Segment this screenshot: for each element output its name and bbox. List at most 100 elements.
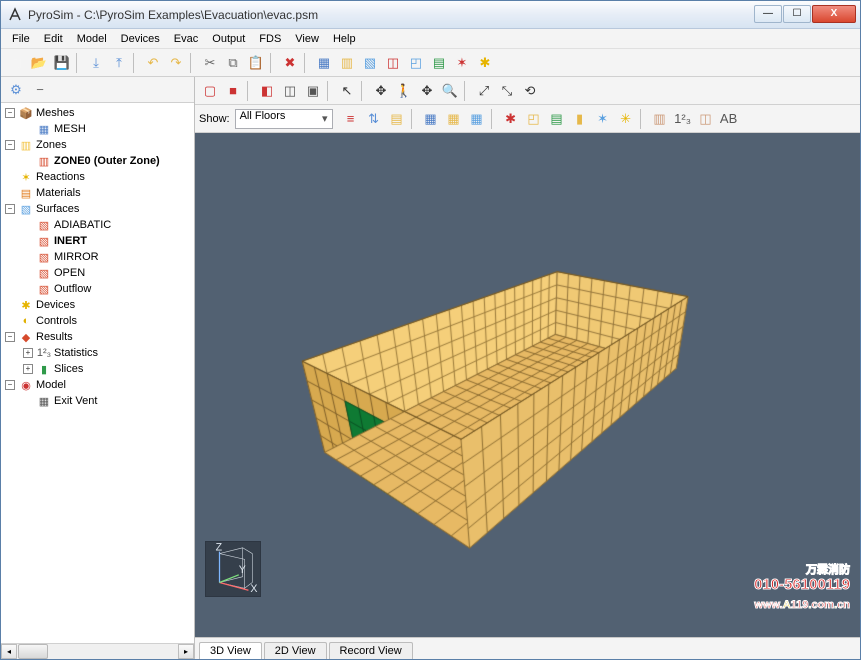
zoom-icon[interactable]: 🔍: [439, 80, 461, 102]
reset-view-icon[interactable]: ⟲: [519, 80, 541, 102]
show-mesh-boundary-icon[interactable]: ▦: [443, 108, 465, 130]
menu-view[interactable]: View: [288, 31, 326, 47]
tree-node-statistics[interactable]: +1²₃Statistics: [1, 345, 194, 361]
tree-node-outflow[interactable]: ▧Outflow: [1, 281, 194, 297]
menu-help[interactable]: Help: [326, 31, 363, 47]
import-icon[interactable]: ⤓: [85, 52, 107, 74]
show-model-icon[interactable]: ◫: [695, 108, 717, 130]
menu-devices[interactable]: Devices: [114, 31, 167, 47]
tree-node-open[interactable]: ▧OPEN: [1, 265, 194, 281]
settings-icon[interactable]: ⚙: [5, 79, 27, 101]
menu-fds[interactable]: FDS: [252, 31, 288, 47]
node-icon: 1²₃: [36, 346, 52, 360]
menu-model[interactable]: Model: [70, 31, 114, 47]
tab-record-view[interactable]: Record View: [329, 642, 413, 659]
tab-3d-view[interactable]: 3D View: [199, 642, 262, 659]
tree-node-mirror[interactable]: ▧MIRROR: [1, 249, 194, 265]
tree-node-zone0-outer-zone-[interactable]: ▥ZONE0 (Outer Zone): [1, 153, 194, 169]
show-labels-icon[interactable]: ▥: [649, 108, 671, 130]
tree-node-adiabatic[interactable]: ▧ADIABATIC: [1, 217, 194, 233]
new-zone-icon[interactable]: ▥: [336, 52, 358, 74]
outline-icon[interactable]: ◫: [279, 80, 301, 102]
show-stats-icon[interactable]: 1²₃: [672, 108, 694, 130]
orbit-icon[interactable]: ✥: [370, 80, 392, 102]
tree-node-materials[interactable]: ▤Materials: [1, 185, 194, 201]
new-mesh-icon[interactable]: ▦: [313, 52, 335, 74]
tree-node-surfaces[interactable]: −▧Surfaces: [1, 201, 194, 217]
undo-icon[interactable]: ↶: [142, 52, 164, 74]
minimize-button[interactable]: —: [754, 5, 782, 23]
delete-icon[interactable]: ✖: [279, 52, 301, 74]
tree-node-mesh[interactable]: ▦MESH: [1, 121, 194, 137]
tree-node-meshes[interactable]: −📦Meshes: [1, 105, 194, 121]
expander-icon[interactable]: +: [23, 364, 33, 374]
menu-file[interactable]: File: [5, 31, 37, 47]
tree-node-zones[interactable]: −▥Zones: [1, 137, 194, 153]
show-mesh-grid-icon[interactable]: ▦: [466, 108, 488, 130]
show-vents-icon[interactable]: ▤: [546, 108, 568, 130]
tree-node-controls[interactable]: ◐Controls: [1, 313, 194, 329]
show-notes-icon[interactable]: AB: [718, 108, 740, 130]
tree-node-results[interactable]: −◆Results: [1, 329, 194, 345]
expander-icon[interactable]: +: [23, 348, 33, 358]
new-hole-icon[interactable]: ◰: [405, 52, 427, 74]
show-mesh-icon[interactable]: ▦: [420, 108, 442, 130]
zoom-selection-icon[interactable]: ⤡: [496, 80, 518, 102]
tree-node-reactions[interactable]: ✶Reactions: [1, 169, 194, 185]
viewport-3d[interactable]: Z X Y 万霖消防 010-56100119 www.A119.com.cn: [195, 133, 860, 637]
select-icon[interactable]: ↖: [336, 80, 358, 102]
tree-node-model[interactable]: −◉Model: [1, 377, 194, 393]
menu-evac[interactable]: Evac: [167, 31, 205, 47]
new-icon[interactable]: ▥: [5, 52, 27, 74]
show-holes-icon[interactable]: ◰: [523, 108, 545, 130]
tree-node-exit-vent[interactable]: ▦Exit Vent: [1, 393, 194, 409]
floor-down-icon[interactable]: ≡: [340, 108, 362, 130]
new-surface-icon[interactable]: ▧: [359, 52, 381, 74]
pan-icon[interactable]: ✥: [416, 80, 438, 102]
paste-icon[interactable]: 📋: [245, 52, 267, 74]
menu-edit[interactable]: Edit: [37, 31, 70, 47]
scroll-left-button[interactable]: ◂: [1, 644, 17, 659]
copy-icon[interactable]: ⧉: [222, 52, 244, 74]
expander-icon[interactable]: −: [5, 380, 15, 390]
show-obstructions-icon[interactable]: ✱: [500, 108, 522, 130]
floor-select[interactable]: All Floors: [235, 109, 333, 129]
realistic-icon[interactable]: ▣: [302, 80, 324, 102]
walk-icon[interactable]: 🚶: [393, 80, 415, 102]
tree-node-slices[interactable]: +▮Slices: [1, 361, 194, 377]
save-icon[interactable]: 💾: [51, 52, 73, 74]
new-particle-icon[interactable]: ✶: [451, 52, 473, 74]
export-icon[interactable]: ⤒: [108, 52, 130, 74]
collapse-icon[interactable]: −: [29, 79, 51, 101]
tab-2d-view[interactable]: 2D View: [264, 642, 327, 659]
close-button[interactable]: X: [812, 5, 856, 23]
open-icon[interactable]: 📂: [28, 52, 50, 74]
zoom-extents-icon[interactable]: ⤢: [473, 80, 495, 102]
floor-up-icon[interactable]: ⇅: [363, 108, 385, 130]
scroll-right-button[interactable]: ▸: [178, 644, 194, 659]
show-devices-icon[interactable]: ✶: [592, 108, 614, 130]
tree-node-devices[interactable]: ✱Devices: [1, 297, 194, 313]
mixed-icon[interactable]: ◧: [256, 80, 278, 102]
floor-settings-icon[interactable]: ▤: [386, 108, 408, 130]
expander-icon[interactable]: −: [5, 204, 15, 214]
new-vent-icon[interactable]: ▤: [428, 52, 450, 74]
expander-icon[interactable]: −: [5, 108, 15, 118]
show-evac-icon[interactable]: ✳: [615, 108, 637, 130]
expander-icon[interactable]: −: [5, 140, 15, 150]
new-device-icon[interactable]: ✱: [474, 52, 496, 74]
solid-icon[interactable]: ■: [222, 80, 244, 102]
maximize-button[interactable]: ☐: [783, 5, 811, 23]
scroll-thumb[interactable]: [18, 644, 48, 659]
model-tree[interactable]: −📦Meshes▦MESH−▥Zones▥ZONE0 (Outer Zone)✶…: [1, 103, 194, 643]
axis-widget[interactable]: Z X Y: [205, 541, 261, 597]
wireframe-icon[interactable]: ▢: [199, 80, 221, 102]
expander-icon[interactable]: −: [5, 332, 15, 342]
tree-h-scrollbar[interactable]: ◂ ▸: [1, 643, 194, 659]
redo-icon[interactable]: ↷: [165, 52, 187, 74]
tree-node-inert[interactable]: ▧INERT: [1, 233, 194, 249]
new-obstruction-icon[interactable]: ◫: [382, 52, 404, 74]
show-slices-icon[interactable]: ▮: [569, 108, 591, 130]
menu-output[interactable]: Output: [205, 31, 252, 47]
cut-icon[interactable]: ✂: [199, 52, 221, 74]
